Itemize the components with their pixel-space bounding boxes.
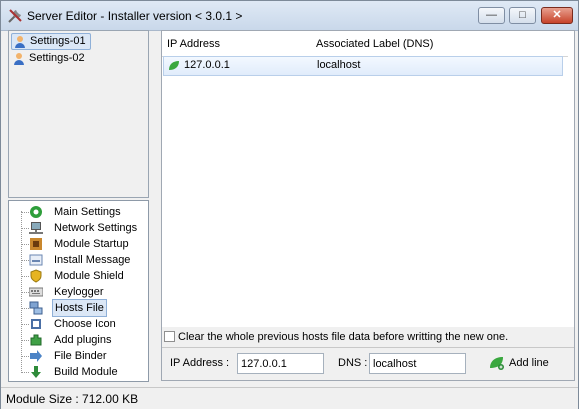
ip-address-label: IP Address : [170,357,230,369]
module-size-text: Module Size : 712.00 KB [6,392,139,406]
dns-label: DNS : [338,357,368,369]
list-item-label: Settings-01 [30,35,86,47]
window-title: Server Editor - Installer version < 3.0.… [27,9,243,23]
server-editor-window: Server Editor - Installer version < 3.0.… [0,0,579,409]
navigation-tree: Main Settings Network Settings Module St… [8,200,149,382]
minimize-button[interactable]: — [478,7,505,24]
message-icon [29,254,43,266]
leaf-icon [169,61,179,70]
network-icon [29,222,43,234]
title-bar[interactable]: Server Editor - Installer version < 3.0.… [1,1,578,31]
tree-line [21,211,22,371]
divider [162,347,574,348]
shield-icon [30,269,42,283]
close-button[interactable]: ✕ [541,7,573,24]
settings-profile-list[interactable]: Settings-01 Settings-02 [8,30,149,198]
choose-icon-icon [31,319,41,329]
column-header-ip[interactable]: IP Address [162,31,316,57]
plugin-icon [30,334,42,346]
dns-input[interactable] [369,353,466,374]
add-icon [490,357,504,370]
maximize-button[interactable]: □ [509,7,536,24]
keyboard-icon [29,287,43,297]
clear-hosts-option[interactable]: Clear the whole previous hosts file data… [162,329,574,347]
hosts-table: IP Address Associated Label (DNS) 127.0.… [162,31,574,327]
list-item-settings-01[interactable]: Settings-01 [11,33,91,50]
build-icon [31,366,41,378]
ip-address-input[interactable] [237,353,324,374]
list-item-label: Settings-02 [29,52,85,64]
user-icon [14,53,24,65]
startup-icon [30,238,42,250]
clear-hosts-label: Clear the whole previous hosts file data… [178,331,509,343]
hosts-icon [29,301,43,315]
row-ip: 127.0.0.1 [184,59,230,71]
column-header-dns[interactable]: Associated Label (DNS) [311,31,568,57]
status-bar: Module Size : 712.00 KB [1,387,578,409]
user-icon [15,36,25,48]
clear-hosts-checkbox[interactable] [164,331,175,342]
binder-icon [30,350,42,362]
main-settings-icon [30,206,42,218]
list-item-settings-02[interactable]: Settings-02 [11,51,89,66]
tools-icon [8,9,22,23]
table-row[interactable]: 127.0.0.1 localhost [163,56,563,76]
add-line-label: Add line [509,357,549,369]
row-dns-label: localhost [317,59,361,71]
